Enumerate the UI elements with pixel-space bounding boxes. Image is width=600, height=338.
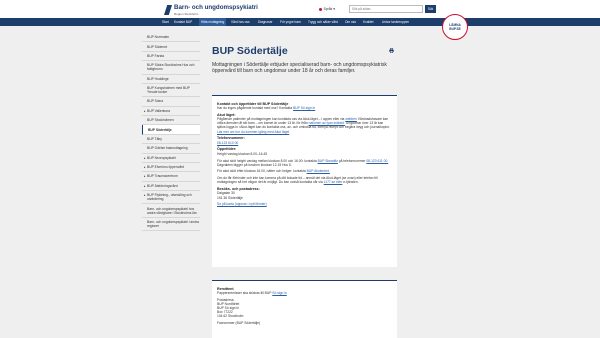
sidebar-item-label: BUP Södra Stockholms Hus och fattigbrunn bbox=[147, 63, 195, 72]
akut-night-paragraph: För akut sköt efter klockan 16.00, nätte… bbox=[217, 169, 392, 173]
sidebar-item[interactable]: BUP Solna bbox=[142, 97, 200, 107]
akut-day-link[interactable]: BUP Skeaditz bbox=[318, 159, 338, 163]
print-icon[interactable] bbox=[389, 48, 394, 53]
akut-night-link[interactable]: BUP Akutenhet. bbox=[307, 169, 330, 173]
akut-day-text-c: Dagvakten lägger på lunchen klockan 12.1… bbox=[217, 162, 292, 167]
search-button[interactable]: Sök bbox=[425, 5, 436, 13]
sidebar-item[interactable]: BUP Södra Stockholms Hus och fattigbrunn bbox=[142, 61, 200, 75]
sidebar-item[interactable]: ▸ BUP Flyktning-, utveckling och utvärder… bbox=[142, 191, 200, 205]
site-header: Barn- och ungdomspsykiatri Region Stockh… bbox=[0, 0, 600, 18]
page-title: BUP Södertälje bbox=[212, 45, 288, 57]
sidebar-item[interactable]: BUP Stockholmen bbox=[142, 116, 200, 126]
referral-text: Pappersremisser ska skickas till BUP bbox=[217, 290, 272, 295]
sidebar-item-label: BUP Stockholmen bbox=[147, 118, 174, 123]
referral-paragraph: Pappersremisser ska skickas till BUP Sö … bbox=[217, 291, 392, 295]
akut-day-phone-link[interactable]: 08-123 611 00. bbox=[366, 159, 388, 163]
sidebar-item[interactable]: ▸ BUP Elverioru öppenvård bbox=[142, 163, 200, 173]
cancel-text-b: e-tjänsten. bbox=[343, 180, 359, 185]
map-link[interactable]: Se på karta (öppnas i nytt fönster) bbox=[217, 202, 267, 206]
nav-item-vard[interactable]: Vård hos oss bbox=[229, 18, 252, 26]
sidebar-item[interactable]: BUP Södertälje bbox=[142, 125, 200, 135]
sidebar-item-label: BUP Farsta bbox=[147, 53, 164, 58]
sidebar-item-label: BUP Kungsholmen med BUP Ytnude tocker bbox=[147, 86, 190, 95]
phone-link[interactable]: 08-123 610 00 bbox=[217, 141, 238, 145]
sidebar-item-label: Barn- och ungdomspsykiatri hos andra vår… bbox=[147, 206, 197, 215]
sidebar-item[interactable]: ▸ BUP Traumacentrum bbox=[142, 172, 200, 182]
nav-item-diagnoser[interactable]: Diagnoser bbox=[256, 18, 275, 26]
sidebar-item-label: BUP Södertälje bbox=[148, 127, 172, 132]
cancel-paragraph: Om du får förhinder och inte kan komma p… bbox=[217, 176, 392, 184]
sidebar-item[interactable]: BUP Kungsholmen med BUP Ytnude tocker bbox=[142, 84, 200, 98]
page: { "header": { "logo_title": "Barn- och u… bbox=[0, 0, 600, 338]
search-input[interactable] bbox=[349, 5, 423, 13]
nav-item-hitta-mottagning[interactable]: Hitta mottagning bbox=[199, 18, 227, 26]
sidebar-item[interactable]: Barn- och ungdomspsykiatri hos andra vår… bbox=[142, 204, 200, 218]
nav-item-kvalitet[interactable]: Kvalitet bbox=[361, 18, 375, 26]
contact-link[interactable]: BUP Sö sign in bbox=[293, 106, 315, 110]
referral-card: Remittent Pappersremisser ska skickas ti… bbox=[212, 280, 397, 338]
address-line-2: 151 36 Södertälje bbox=[217, 195, 243, 200]
nav-item-other[interactable]: Unkor tankeroppen bbox=[380, 18, 411, 26]
sidebar-item[interactable]: BUP Norrmalm bbox=[142, 33, 200, 43]
sidebar-item[interactable]: BUP Odelse basmottagning bbox=[142, 144, 200, 154]
akut-day-paragraph: För akut sköt helgfri vardag mellan kloc… bbox=[217, 159, 392, 167]
fax-label: Faxnummer (BUP Södertälje) bbox=[217, 321, 261, 326]
cancel-1177-link[interactable]: 1177.se eller bbox=[324, 180, 343, 184]
nav-item-yngre-barn[interactable]: För yngre barn bbox=[278, 18, 303, 26]
sidebar-item-label: BUP Traumacentrum bbox=[147, 174, 178, 179]
sidebar-item-label: BUP Ätstörningsvård bbox=[147, 183, 178, 188]
contact-paragraph: Har du ingen pågående kontakt med oss? K… bbox=[217, 106, 392, 110]
akut-day-text-b: på telefonnummer bbox=[338, 158, 366, 163]
sidebar-item-label: BUP Odelse basmottagning bbox=[147, 146, 188, 151]
sidebar-item-label: Barn- och ungdomspsykiatri i andra regio… bbox=[147, 219, 199, 228]
language-selector[interactable]: Språk ▾ bbox=[319, 7, 335, 11]
sidebar-item-label: BUP Solna bbox=[147, 99, 164, 104]
leave-site-button[interactable]: LÄMNA BUP.SE bbox=[442, 14, 468, 40]
sidebar-item[interactable]: ▸ BUP Vallentuna bbox=[142, 107, 200, 116]
sidebar-item-label: BUP Elverioru öppenvård bbox=[147, 165, 185, 170]
sidebar-item-label: BUP Täby bbox=[147, 136, 162, 141]
sidebar-item-label: BUP Norrmalm bbox=[147, 35, 170, 40]
sidebar-item[interactable]: BUP Söderort bbox=[142, 42, 200, 52]
hours-text: Helgfri vardag klockan 8.00–16.45 bbox=[217, 151, 268, 156]
contact-card: Kontakt och öppettider till BUP Södertäl… bbox=[212, 95, 397, 267]
nav-item-start[interactable]: Start bbox=[160, 18, 171, 26]
referral-link[interactable]: Sö sign in bbox=[272, 291, 286, 295]
akut-read-more-link[interactable]: Läs mer om hur du kommer igång med Akut … bbox=[217, 130, 289, 134]
sidebar-item[interactable]: BUP Huddinge bbox=[142, 75, 200, 84]
globe-icon bbox=[319, 7, 322, 11]
sidebar-item-label: BUP Huddinge bbox=[147, 76, 169, 81]
akut-night-text: För akut sköt efter klockan 16.00, nätte… bbox=[217, 169, 306, 174]
sidebar-item-label: BUP Neuropsykiatri bbox=[147, 155, 176, 160]
sidebar-item[interactable]: ▸ BUP Neuropsykiatri bbox=[142, 154, 200, 163]
logo-icon[interactable] bbox=[164, 5, 172, 15]
sidebar-item[interactable]: BUP Farsta bbox=[142, 52, 200, 62]
logo-subtitle: Region Stockholm bbox=[174, 11, 199, 16]
contact-text: Har du ingen pågående kontakt med oss? K… bbox=[217, 105, 293, 110]
nav-item-om-oss[interactable]: Om oss bbox=[343, 18, 358, 26]
postal-line-4: 104 62 Stockholm bbox=[217, 314, 244, 319]
sidebar-item-label: BUP Flyktning-, utveckling och utvärderi… bbox=[147, 193, 192, 202]
sidebar: BUP Norrmalm BUP Söderort BUP Farsta BUP Sö… bbox=[142, 33, 200, 232]
sidebar-item-label: BUP Vallentuna bbox=[147, 108, 170, 113]
logo-title[interactable]: Barn- och ungdomspsykiatri bbox=[174, 4, 258, 11]
intro-text: Mottagningen i Södertälje erbjuder speci… bbox=[212, 62, 387, 75]
sidebar-item[interactable]: BUP Täby bbox=[142, 135, 200, 145]
sidebar-item-label: BUP Söderort bbox=[147, 44, 168, 49]
sidebar-item[interactable]: Barn- och ungdomspsykiatri i andra regio… bbox=[142, 218, 200, 232]
sidebar-item[interactable]: ▸ BUP Ätstörningsvård bbox=[142, 182, 200, 191]
language-label: Språk bbox=[323, 7, 333, 11]
main-nav: Start Kontakt BUP Hitta mottagning Vård … bbox=[0, 18, 600, 26]
nav-item-kontakt[interactable]: Kontakt BUP bbox=[172, 18, 194, 26]
nav-item-trygg-vard[interactable]: Trygg och säker vård bbox=[306, 18, 340, 26]
akut-paragraph: Pågående patienter på mottagningen kan k… bbox=[217, 117, 392, 134]
leave-site-line2: BUP.SE bbox=[449, 27, 461, 31]
